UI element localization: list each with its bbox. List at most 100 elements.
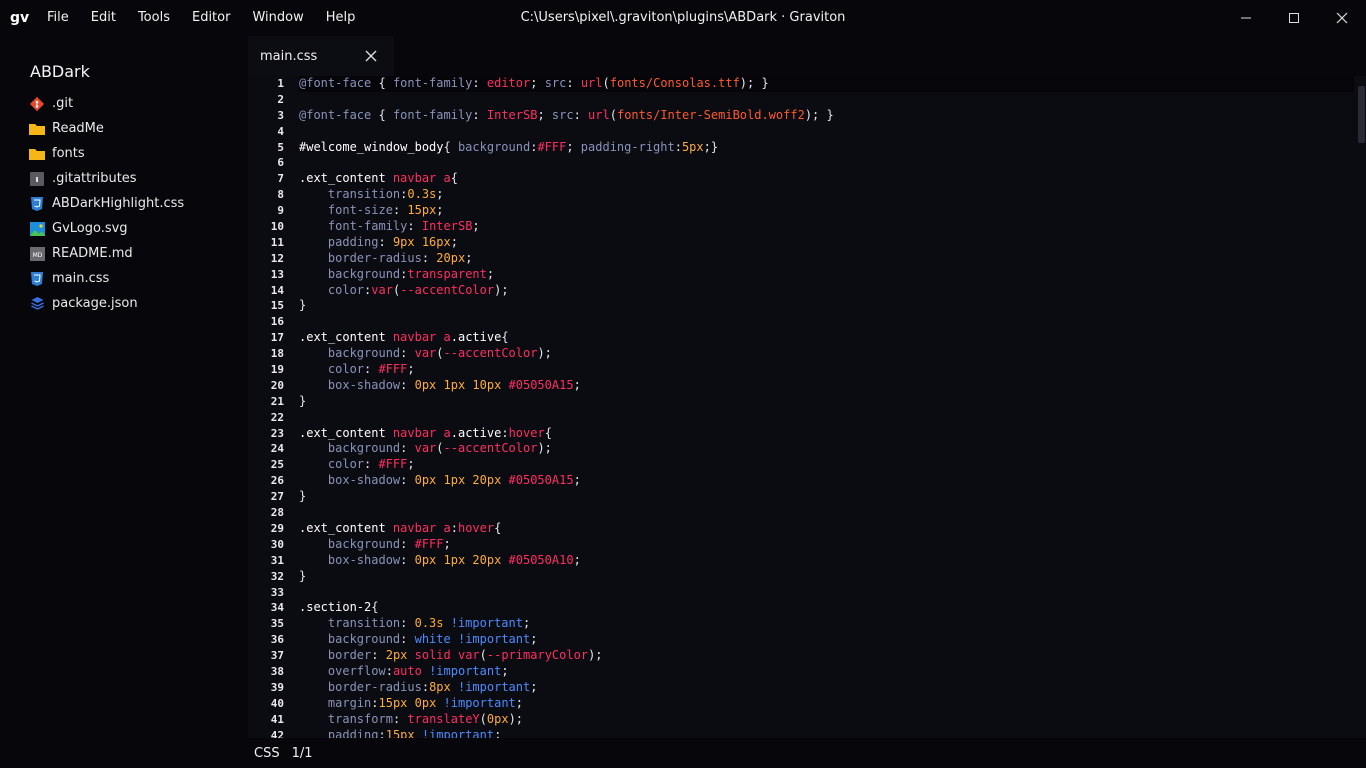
- tab-main-css[interactable]: main.css: [248, 36, 394, 76]
- code-token: #FFF: [537, 139, 567, 154]
- line-number: 21: [270, 394, 284, 408]
- code-line[interactable]: [299, 124, 1354, 140]
- code-line[interactable]: font-family: InterSB;: [299, 219, 1354, 235]
- project-title[interactable]: ABDark: [30, 62, 248, 81]
- code-line[interactable]: }: [299, 394, 1354, 410]
- minimize-icon: [1241, 17, 1251, 19]
- code-line[interactable]: transition: 0.3s !important;: [299, 616, 1354, 632]
- menu-tools[interactable]: Tools: [127, 0, 181, 36]
- code-token: }: [299, 568, 307, 583]
- code-token: :: [392, 203, 408, 218]
- code-line[interactable]: .ext_content navbar a:hover{: [299, 521, 1354, 537]
- code-token: 15px 0px: [378, 695, 444, 710]
- code-token: --accentColor: [400, 282, 495, 297]
- file-tree-item[interactable]: package.json: [0, 291, 248, 316]
- code-line[interactable]: [299, 92, 1354, 108]
- code-line[interactable]: [299, 314, 1354, 330]
- scrollbar-thumb[interactable]: [1358, 86, 1365, 143]
- code-line[interactable]: box-shadow: 0px 1px 20px #05050A15;: [299, 473, 1354, 489]
- code-line[interactable]: border-radius: 20px;: [299, 251, 1354, 267]
- code-token: ;: [573, 552, 581, 567]
- code-line[interactable]: [299, 505, 1354, 521]
- code-line[interactable]: }: [299, 298, 1354, 314]
- file-tree-item[interactable]: GvLogo.svg: [0, 216, 248, 241]
- code-line[interactable]: transition:0.3s;: [299, 187, 1354, 203]
- code-token: box-shadow: [327, 377, 401, 392]
- line-number: 24: [270, 442, 284, 456]
- vertical-scrollbar[interactable]: [1356, 76, 1366, 738]
- code-line[interactable]: .ext_content navbar a.active:hover{: [299, 426, 1354, 442]
- file-tree-item[interactable]: MD README.md: [0, 241, 248, 266]
- app-logo[interactable]: gv: [10, 10, 34, 26]
- code-line[interactable]: color: #FFF;: [299, 457, 1354, 473]
- code-line[interactable]: box-shadow: 0px 1px 20px #05050A10;: [299, 553, 1354, 569]
- code-line[interactable]: border: 2px solid var(--primaryColor);: [299, 648, 1354, 664]
- code-token: ;: [436, 187, 444, 202]
- code-token: a: [443, 520, 451, 535]
- menu-window[interactable]: Window: [241, 0, 314, 36]
- code-line[interactable]: .ext_content navbar a{: [299, 171, 1354, 187]
- file-tree-item[interactable]: fonts: [0, 141, 248, 166]
- code-line[interactable]: @font-face { font-family: editor; src: u…: [299, 76, 1354, 92]
- tab-close-button[interactable]: [364, 49, 378, 63]
- code-token: navbar: [392, 330, 437, 345]
- file-tree-item[interactable]: ABDarkHighlight.css: [0, 191, 248, 216]
- code-line[interactable]: border-radius:8px !important;: [299, 680, 1354, 696]
- code-token: border-radius: [327, 679, 422, 694]
- code-token: );: [537, 441, 552, 456]
- code-token: var: [414, 441, 437, 456]
- code-line[interactable]: background: var(--accentColor);: [299, 441, 1354, 457]
- code-line[interactable]: [299, 155, 1354, 171]
- file-tree-item[interactable]: main.css: [0, 266, 248, 291]
- menu-edit[interactable]: Edit: [80, 0, 127, 36]
- code-line[interactable]: margin:15px 0px !important;: [299, 696, 1354, 712]
- code-line[interactable]: }: [299, 569, 1354, 585]
- code-line[interactable]: background:transparent;: [299, 267, 1354, 283]
- line-number: 10: [270, 220, 284, 234]
- code-line[interactable]: background: white !important;: [299, 632, 1354, 648]
- code-content[interactable]: @font-face { font-family: editor; src: u…: [299, 76, 1354, 738]
- line-number: 7: [277, 172, 284, 186]
- menu-file[interactable]: File: [36, 0, 80, 36]
- code-token: (: [436, 441, 444, 456]
- maximize-button[interactable]: [1270, 0, 1318, 36]
- code-token: .active: [450, 425, 502, 440]
- line-number: 38: [270, 664, 284, 678]
- code-line[interactable]: background: var(--accentColor);: [299, 346, 1354, 362]
- minimize-button[interactable]: [1222, 0, 1270, 36]
- code-line[interactable]: .ext_content navbar a.active{: [299, 330, 1354, 346]
- code-token: !important: [457, 632, 531, 647]
- code-line[interactable]: [299, 585, 1354, 601]
- code-line[interactable]: }: [299, 489, 1354, 505]
- code-line[interactable]: font-size: 15px;: [299, 203, 1354, 219]
- menu-editor[interactable]: Editor: [181, 0, 241, 36]
- code-line[interactable]: @font-face { font-family: InterSB; src: …: [299, 108, 1354, 124]
- tab-label: main.css: [260, 48, 318, 64]
- close-window-button[interactable]: [1318, 0, 1366, 36]
- code-line[interactable]: color: #FFF;: [299, 362, 1354, 378]
- code-token: ;: [515, 695, 524, 710]
- code-line[interactable]: #welcome_window_body{ background: #FFF; p…: [299, 140, 1354, 156]
- code-token: {: [501, 330, 509, 345]
- file-tree-item[interactable]: .gitattributes: [0, 166, 248, 191]
- code-line[interactable]: padding:15px !important;: [299, 728, 1354, 738]
- code-line[interactable]: background: #FFF;: [299, 537, 1354, 553]
- code-line[interactable]: color:var(--accentColor);: [299, 283, 1354, 299]
- code-line[interactable]: padding: 9px 16px;: [299, 235, 1354, 251]
- menu-help[interactable]: Help: [315, 0, 367, 36]
- code-line[interactable]: [299, 410, 1354, 426]
- file-tree-item[interactable]: ReadMe: [0, 116, 248, 141]
- code-line[interactable]: overflow:auto !important;: [299, 664, 1354, 680]
- line-number: 15: [270, 299, 284, 313]
- code-token: 0.3s: [407, 187, 437, 202]
- language-indicator[interactable]: CSS: [254, 746, 280, 761]
- file-name: package.json: [52, 296, 138, 311]
- code-line[interactable]: box-shadow: 0px 1px 10px #05050A15;: [299, 378, 1354, 394]
- code-line[interactable]: .section-2{: [299, 600, 1354, 616]
- code-editor[interactable]: 1 2 3 4 5 6 7 8 9 10 11 12 13 14 15 16 17 18 19 20 21 22 23 24 2…: [248, 76, 1366, 738]
- code-line[interactable]: transform: translateY(0px);: [299, 712, 1354, 728]
- file-tree-item[interactable]: .git: [0, 91, 248, 116]
